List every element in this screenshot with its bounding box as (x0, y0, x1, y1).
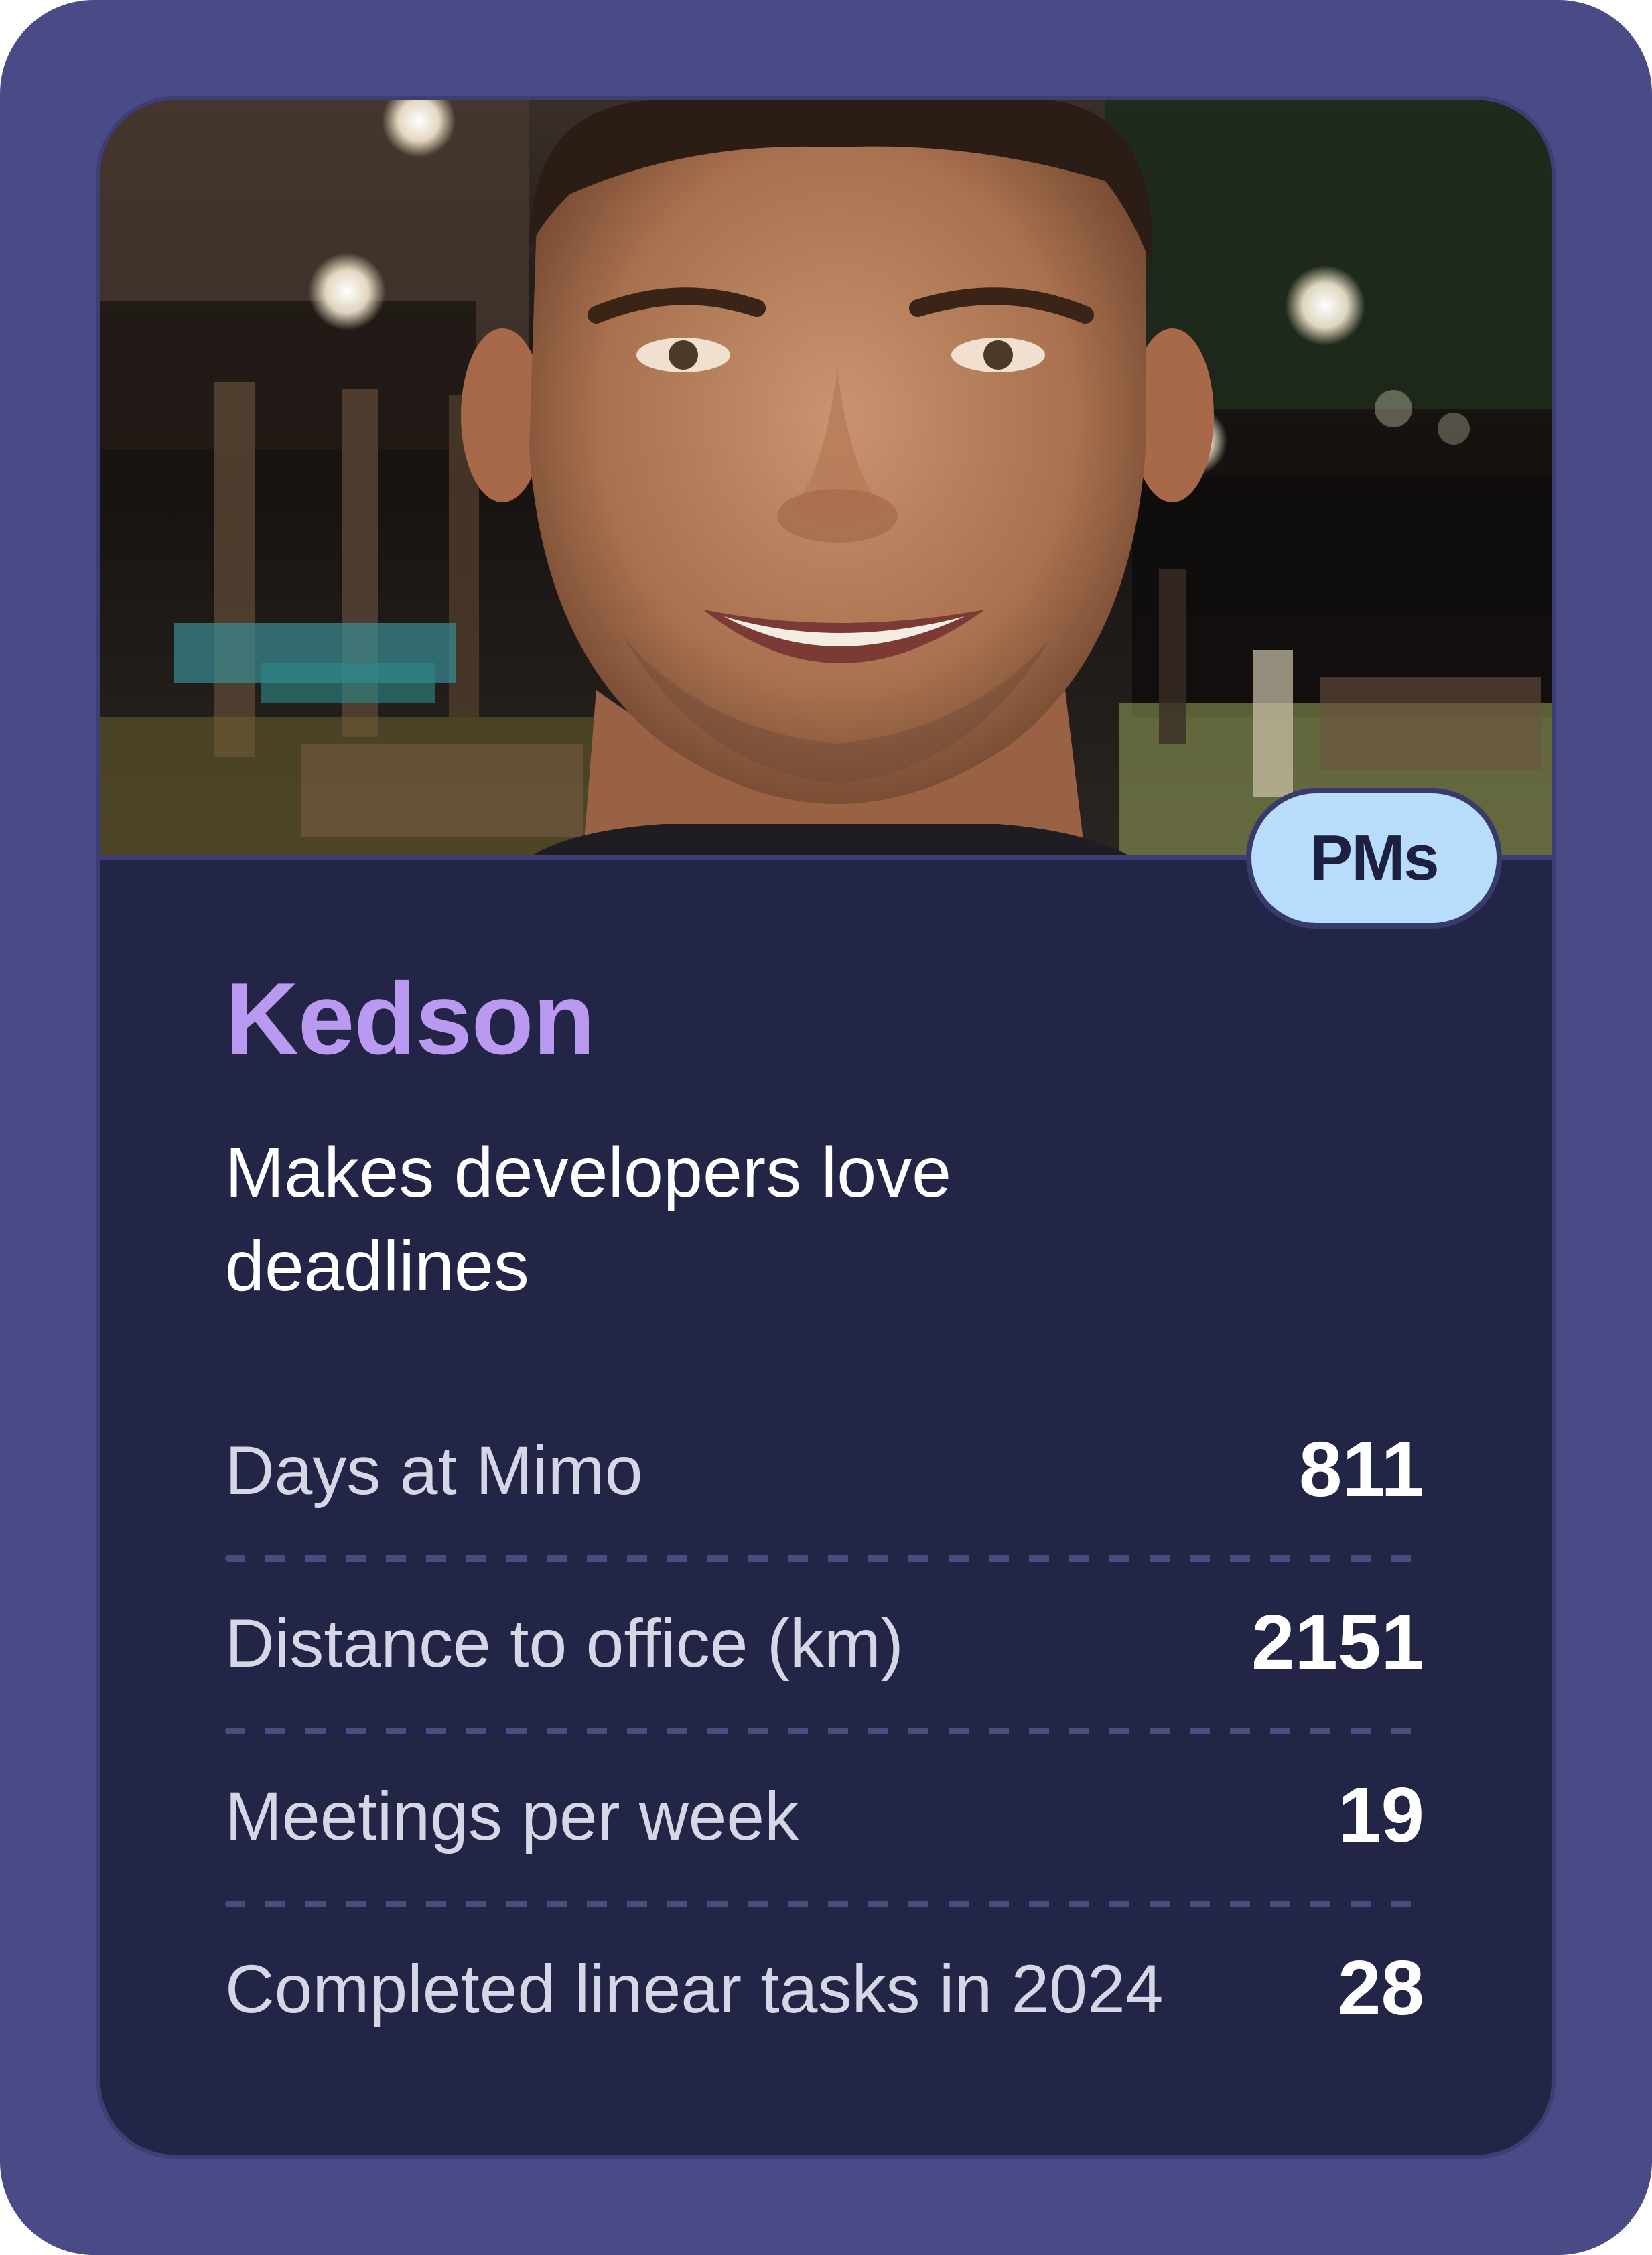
stat-value: 2151 (1251, 1598, 1424, 1686)
stat-row: Distance to office (km) 2151 (225, 1576, 1424, 1749)
profile-card-frame: PMs Kedson Makes developers love deadlin… (0, 0, 1652, 2255)
stat-label: Completed linear tasks in 2024 (225, 1951, 1164, 2027)
profile-name: Kedson (225, 962, 595, 1076)
profile-card: PMs Kedson Makes developers love deadlin… (100, 100, 1552, 2155)
stat-label: Days at Mimo (225, 1432, 643, 1509)
stat-label: Meetings per week (225, 1778, 799, 1854)
stat-row: Days at Mimo 811 (225, 1404, 1424, 1576)
stat-value: 28 (1337, 1944, 1424, 2031)
team-badge: PMs (1246, 788, 1502, 929)
profile-tagline: Makes developers love deadlines (225, 1133, 952, 1306)
stat-label: Distance to office (km) (225, 1605, 904, 1682)
stat-divider (225, 1728, 1424, 1734)
stat-value: 811 (1298, 1426, 1424, 1513)
stat-divider (225, 1555, 1424, 1562)
stat-row: Meetings per week 19 (225, 1749, 1424, 1922)
profile-photo (100, 100, 1552, 858)
stats-list: Days at Mimo 811 Distance to office (km)… (225, 1404, 1424, 2095)
stat-divider (225, 1901, 1424, 1907)
person-photo-icon (100, 100, 1552, 858)
stat-value: 19 (1337, 1771, 1424, 1858)
stat-row: Completed linear tasks in 2024 28 (225, 1922, 1424, 2095)
